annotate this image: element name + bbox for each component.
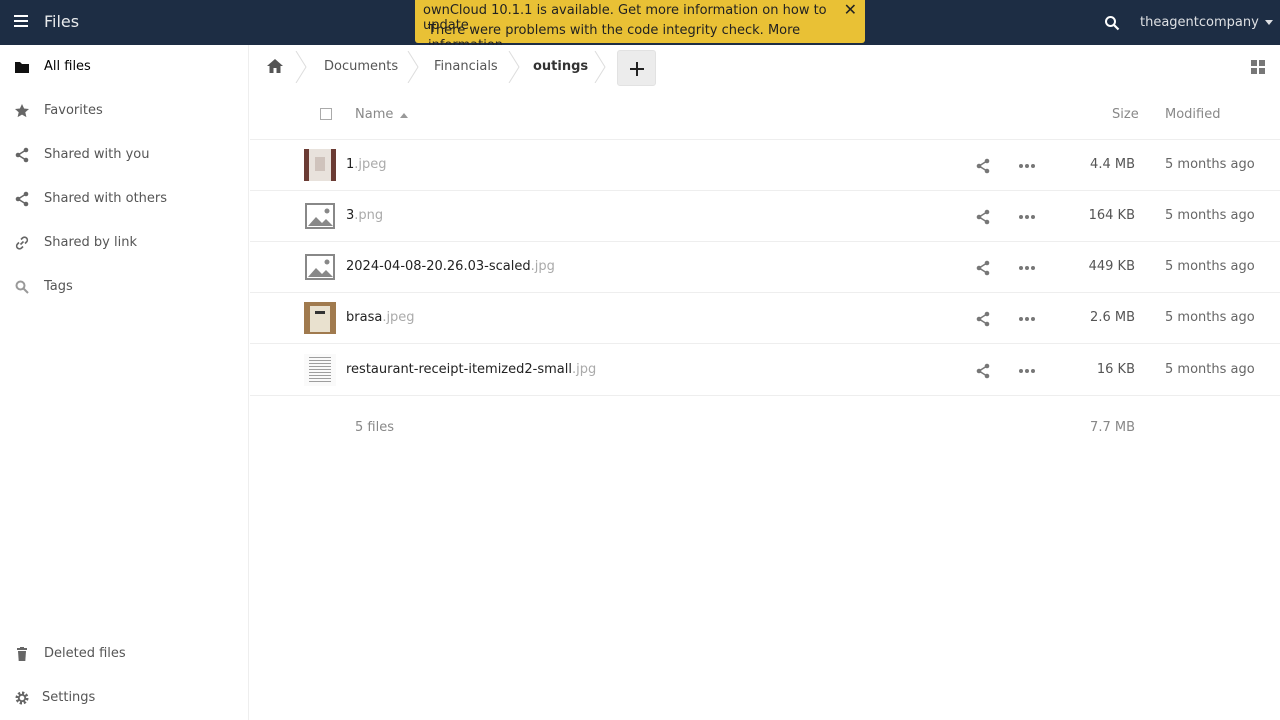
file-name[interactable]: brasa.jpeg <box>346 310 415 325</box>
share-icon[interactable] <box>975 209 991 225</box>
sidebar-item-label: Shared with you <box>44 147 150 162</box>
update-notification: ownCloud 10.1.1 is available. Get more i… <box>415 0 865 53</box>
app-title[interactable]: Files <box>44 12 79 31</box>
sidebar-item-label: Tags <box>44 279 73 294</box>
plus-icon <box>630 62 644 76</box>
share-icon <box>15 191 29 207</box>
file-size: 4.4 MB <box>1090 157 1135 172</box>
sidebar-item-label: Shared by link <box>44 235 137 250</box>
sidebar-item-label: All files <box>44 59 91 74</box>
file-name[interactable]: 2024-04-08-20.26.03-scaled.jpg <box>346 259 555 274</box>
star-icon <box>15 104 29 118</box>
image-placeholder-icon <box>305 203 335 229</box>
column-name[interactable]: Name <box>355 107 393 122</box>
more-options-icon[interactable] <box>1017 363 1037 379</box>
file-modified: 5 months ago <box>1165 259 1255 274</box>
image-thumbnail <box>304 354 336 386</box>
sidebar-item-shared-with-you[interactable]: Shared with you <box>0 133 249 177</box>
file-size: 449 KB <box>1088 259 1135 274</box>
image-placeholder-icon <box>305 254 335 280</box>
file-modified: 5 months ago <box>1165 362 1255 377</box>
grid-view-icon[interactable] <box>1251 60 1266 75</box>
file-count-summary: 5 files <box>355 420 394 435</box>
home-icon[interactable] <box>266 58 284 74</box>
folder-icon <box>15 62 29 73</box>
more-options-icon[interactable] <box>1017 311 1037 327</box>
file-table-header: Name Size Modified <box>250 89 1280 140</box>
file-name[interactable]: restaurant-receipt-itemized2-small.jpg <box>346 362 596 377</box>
more-options-icon[interactable] <box>1017 209 1037 225</box>
sidebar-item-favorites[interactable]: Favorites <box>0 89 249 133</box>
sidebar-item-tags[interactable]: Tags <box>0 265 249 309</box>
breadcrumb: Documents Financials outings <box>250 45 1280 89</box>
search-icon[interactable] <box>1104 15 1120 31</box>
share-icon[interactable] <box>975 311 991 327</box>
sidebar-item-all-files[interactable]: All files <box>0 45 249 89</box>
sidebar-item-label: Favorites <box>44 103 103 118</box>
sidebar-item-shared-with-others[interactable]: Shared with others <box>0 177 249 221</box>
file-modified: 5 months ago <box>1165 157 1255 172</box>
sort-ascending-icon <box>400 113 408 118</box>
file-size: 164 KB <box>1088 208 1135 223</box>
breadcrumb-separator <box>594 51 606 83</box>
close-icon[interactable]: ✕ <box>844 0 857 19</box>
breadcrumb-financials[interactable]: Financials <box>434 59 498 74</box>
file-row[interactable]: 1.jpeg 4.4 MB 5 months ago <box>250 140 1280 191</box>
share-icon[interactable] <box>975 363 991 379</box>
file-row[interactable]: 3.png 164 KB 5 months ago <box>250 191 1280 242</box>
username: theagentcompany <box>1140 15 1259 30</box>
file-name[interactable]: 3.png <box>346 208 383 223</box>
more-options-icon[interactable] <box>1017 260 1037 276</box>
select-all-checkbox[interactable] <box>320 108 332 120</box>
file-row[interactable]: brasa.jpeg 2.6 MB 5 months ago <box>250 293 1280 344</box>
file-size: 2.6 MB <box>1090 310 1135 325</box>
file-name[interactable]: 1.jpeg <box>346 157 387 172</box>
share-icon[interactable] <box>975 158 991 174</box>
file-row[interactable]: 2024-04-08-20.26.03-scaled.jpg 449 KB 5 … <box>250 242 1280 293</box>
sidebar-item-shared-by-link[interactable]: Shared by link <box>0 221 249 265</box>
sidebar: All files Favorites Shared with you Shar… <box>0 45 249 720</box>
column-size[interactable]: Size <box>1112 107 1139 122</box>
file-modified: 5 months ago <box>1165 208 1255 223</box>
file-row[interactable]: restaurant-receipt-itemized2-small.jpg 1… <box>250 345 1280 396</box>
sidebar-item-label: Settings <box>42 690 96 705</box>
caret-down-icon <box>1264 20 1273 25</box>
image-thumbnail <box>304 302 336 334</box>
share-icon <box>15 147 29 163</box>
link-icon <box>15 236 29 250</box>
image-thumbnail <box>304 149 336 181</box>
breadcrumb-separator <box>295 51 307 83</box>
file-modified: 5 months ago <box>1165 310 1255 325</box>
gear-icon <box>15 691 29 705</box>
tag-icon <box>15 280 29 294</box>
more-options-icon[interactable] <box>1017 158 1037 174</box>
sidebar-item-deleted-files[interactable]: Deleted files <box>0 632 249 676</box>
sidebar-item-label: Deleted files <box>44 646 126 661</box>
breadcrumb-outings[interactable]: outings <box>533 59 588 74</box>
breadcrumb-separator <box>407 51 419 83</box>
trash-icon <box>17 647 27 661</box>
sidebar-item-settings[interactable]: Settings <box>0 676 249 720</box>
menu-icon[interactable] <box>14 15 28 29</box>
column-modified[interactable]: Modified <box>1165 107 1220 122</box>
total-size-summary: 7.7 MB <box>1090 420 1135 435</box>
user-menu[interactable]: theagentcompany <box>1140 15 1273 30</box>
share-icon[interactable] <box>975 260 991 276</box>
sidebar-item-label: Shared with others <box>44 191 168 206</box>
breadcrumb-separator <box>508 51 520 83</box>
new-button[interactable] <box>617 50 656 86</box>
file-size: 16 KB <box>1096 362 1135 377</box>
breadcrumb-documents[interactable]: Documents <box>324 59 398 74</box>
